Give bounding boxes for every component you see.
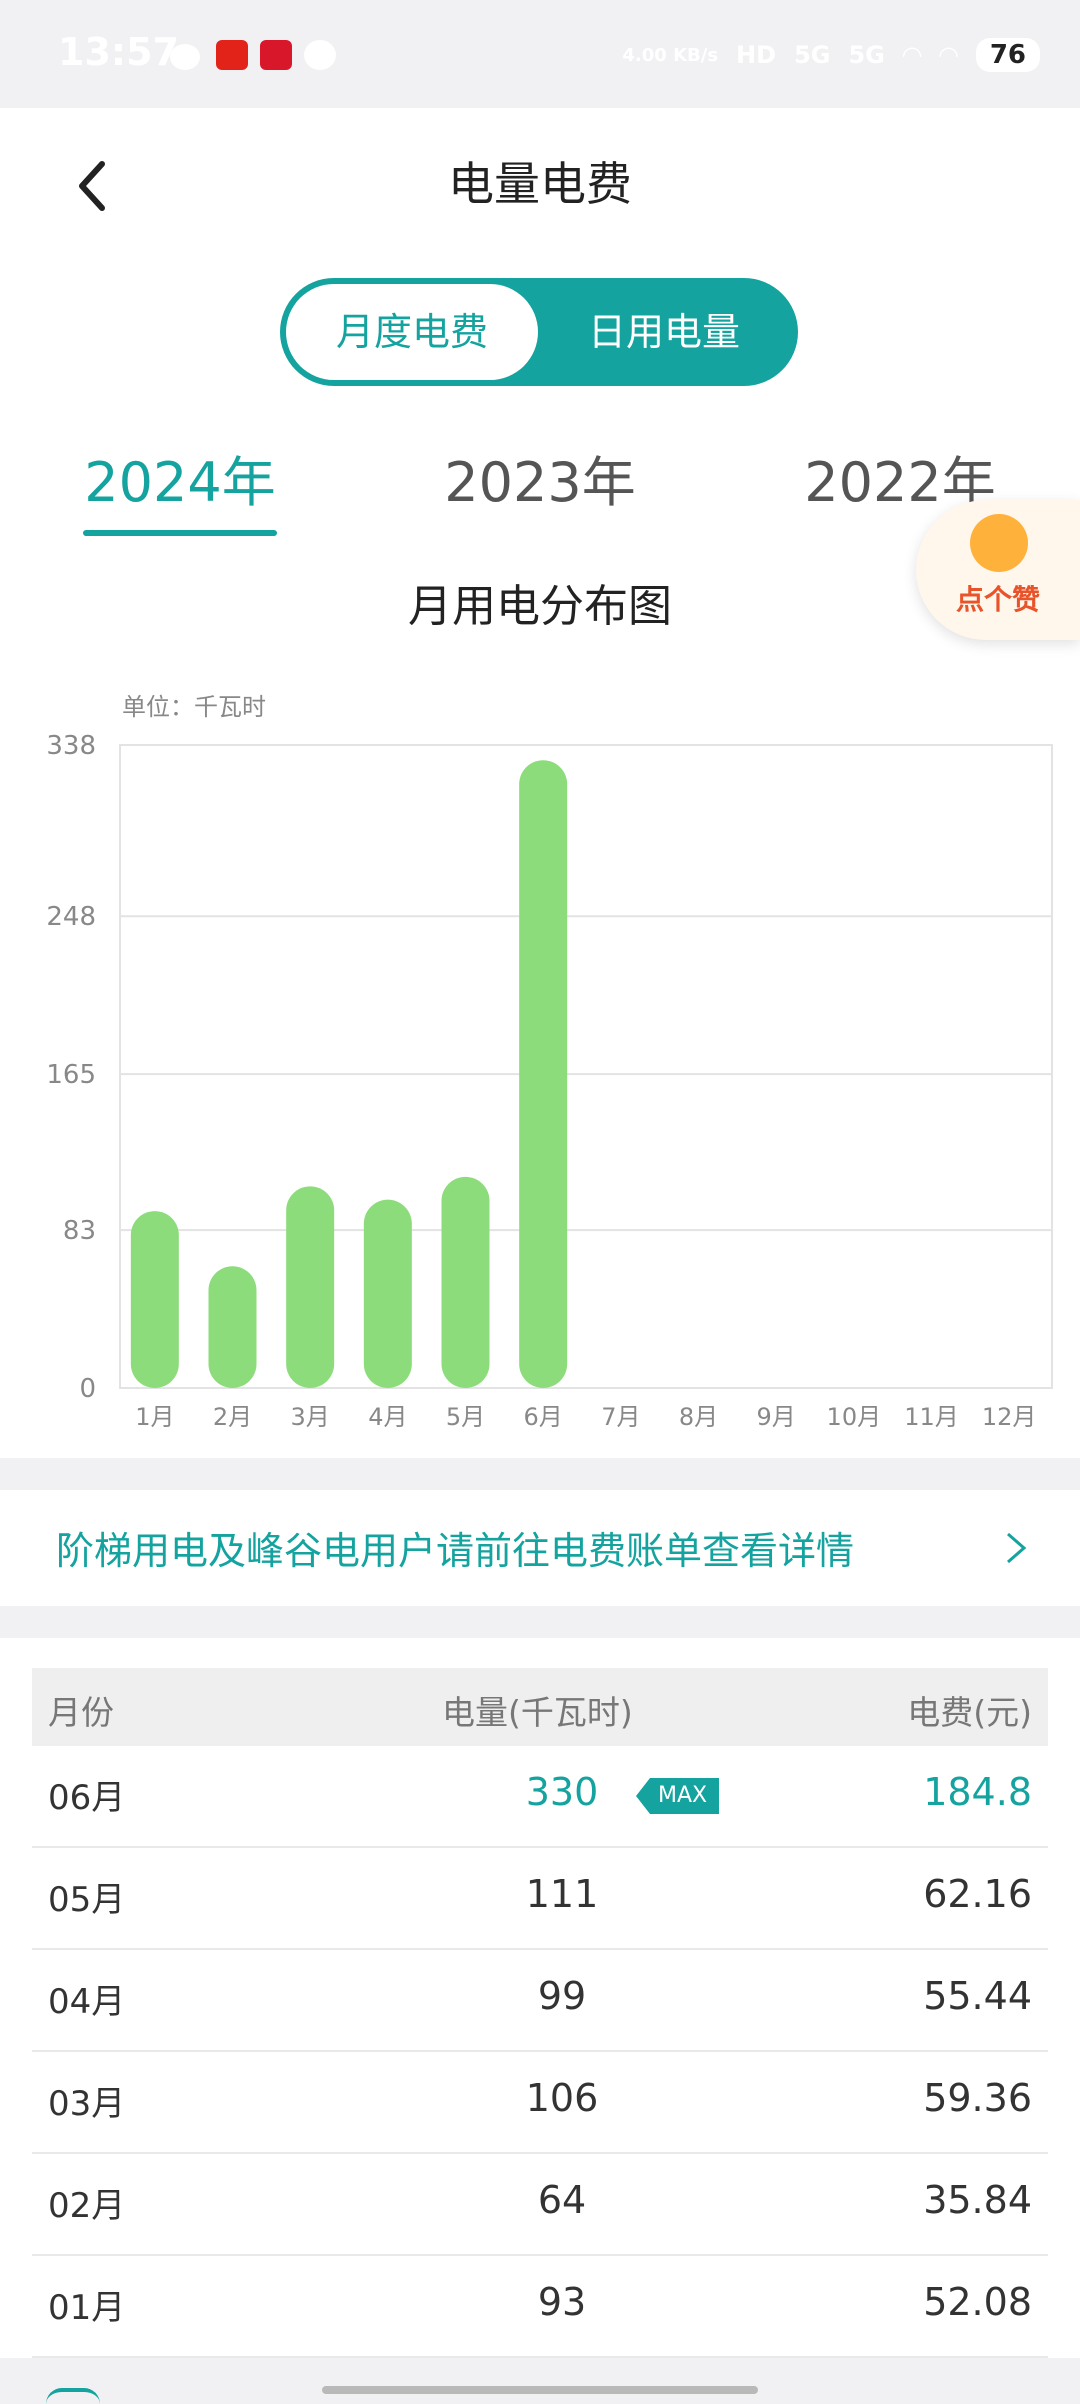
x-tick-label: 8月 xyxy=(679,1403,718,1431)
smiley-icon xyxy=(970,514,1028,572)
row-kwh: 99 xyxy=(537,1974,587,2018)
table-row: 04月 99 55.44 xyxy=(32,1950,1048,2052)
app-icon-2 xyxy=(260,40,292,70)
x-tick-label: 12月 xyxy=(982,1403,1037,1431)
year-tabs: 2024年 2023年 2022年 xyxy=(0,438,1080,538)
x-tick-label: 9月 xyxy=(757,1403,796,1431)
hd-icon: HD xyxy=(736,41,777,69)
tab-year-2024[interactable]: 2024年 xyxy=(50,438,310,517)
bar-4月[interactable] xyxy=(363,1199,412,1388)
x-tick-label: 4月 xyxy=(368,1403,407,1431)
x-tick-label: 7月 xyxy=(601,1403,640,1431)
y-tick-label: 83 xyxy=(63,1216,96,1246)
toggle-monthly-fee[interactable]: 月度电费 xyxy=(286,284,538,380)
header-kwh: 电量(千瓦时) xyxy=(442,1693,633,1732)
active-year-underline xyxy=(83,530,277,536)
row-fee: 52.08 xyxy=(923,2280,1032,2324)
row-fee: 59.36 xyxy=(923,2076,1032,2120)
banner-text: 阶梯用电及峰谷电用户请前往电费账单查看详情 xyxy=(56,1529,855,1573)
home-indicator[interactable] xyxy=(322,2386,758,2394)
row-kwh: 93 xyxy=(537,2280,587,2324)
app-icon-3 xyxy=(304,40,336,70)
table-header: 月份 电量(千瓦时) 电费(元) xyxy=(32,1668,1048,1746)
x-tick-label: 1月 xyxy=(135,1403,174,1431)
x-tick-label: 3月 xyxy=(291,1403,330,1431)
table-row: 03月 106 59.36 xyxy=(32,2052,1048,2154)
row-kwh: 64 xyxy=(537,2178,587,2222)
floating-service-icon[interactable] xyxy=(46,2388,100,2404)
bar-5月[interactable] xyxy=(441,1176,490,1388)
x-tick-label: 6月 xyxy=(524,1403,563,1431)
y-tick-label: 0 xyxy=(79,1374,96,1404)
signal-icon-1: 5G xyxy=(794,41,831,69)
view-toggle: 月度电费 日用电量 xyxy=(280,278,798,386)
battery-indicator: 76 xyxy=(975,38,1040,72)
table-row: 06月 330 MAX 184.8 xyxy=(32,1746,1048,1848)
table-row: 01月 93 52.08 xyxy=(32,2256,1048,2358)
row-month: 01月 xyxy=(48,2288,126,2328)
row-kwh: 111 xyxy=(525,1872,599,1916)
chart-title: 月用电分布图 xyxy=(408,581,672,632)
row-month: 05月 xyxy=(48,1880,126,1920)
chart-unit-label: 单位：千瓦时 xyxy=(122,693,266,721)
row-fee: 184.8 xyxy=(923,1770,1032,1814)
wifi-icon-2: ◠ xyxy=(939,41,958,69)
row-fee: 62.16 xyxy=(923,1872,1032,1916)
toggle-daily-usage[interactable]: 日用电量 xyxy=(538,284,790,380)
signal-icon-2: 5G xyxy=(848,41,885,69)
header-fee: 电费(元) xyxy=(907,1693,1032,1732)
wechat-icon xyxy=(170,44,200,70)
row-month: 04月 xyxy=(48,1982,126,2022)
table-row: 02月 64 35.84 xyxy=(32,2154,1048,2256)
bar-1月[interactable] xyxy=(130,1211,179,1388)
tab-year-2023[interactable]: 2023年 xyxy=(410,438,670,517)
row-month: 06月 xyxy=(48,1778,126,1818)
net-speed: 4.00 KB/s xyxy=(622,44,719,66)
x-tick-label: 10月 xyxy=(827,1403,882,1431)
app-icon-1 xyxy=(216,40,248,70)
table-row: 05月 111 62.16 xyxy=(32,1848,1048,1950)
wifi-icon-1: ◠ xyxy=(902,41,922,69)
row-kwh: 106 xyxy=(525,2076,599,2120)
page-title: 电量电费 xyxy=(448,157,632,211)
max-badge: MAX xyxy=(636,1778,720,1814)
y-tick-label: 338 xyxy=(46,731,96,761)
x-tick-label: 11月 xyxy=(904,1403,959,1431)
status-bar: 13:57 4.00 KB/s HD 5G 5G ◠ ◠ 76 xyxy=(0,0,1080,108)
row-fee: 55.44 xyxy=(923,1974,1032,2018)
y-tick-label: 248 xyxy=(46,902,96,932)
status-right: 4.00 KB/s HD 5G 5G ◠ ◠ 76 xyxy=(622,38,1040,72)
usage-table: 月份 电量(千瓦时) 电费(元) 06月 330 MAX 184.8 05月 1… xyxy=(0,1638,1080,2358)
bar-6月[interactable] xyxy=(519,760,568,1388)
x-tick-label: 5月 xyxy=(446,1403,485,1431)
chevron-right-icon xyxy=(1007,1532,1027,1564)
bar-3月[interactable] xyxy=(286,1186,335,1388)
bill-detail-banner[interactable]: 阶梯用电及峰谷电用户请前往电费账单查看详情 xyxy=(0,1490,1080,1606)
bar-2月[interactable] xyxy=(208,1266,257,1388)
row-fee: 35.84 xyxy=(923,2178,1032,2222)
y-tick-label: 165 xyxy=(46,1060,96,1090)
plot-border xyxy=(119,744,1053,1389)
row-month: 03月 xyxy=(48,2084,126,2124)
status-time: 13:57 xyxy=(58,30,179,74)
x-tick-label: 2月 xyxy=(213,1403,252,1431)
row-month: 02月 xyxy=(48,2186,126,2226)
header-month: 月份 xyxy=(48,1693,114,1732)
monthly-usage-chart: 单位：千瓦时 0 83 165 248 338 1月 2月 3月 4月 5月 6月 7月 8月 9月 10… xyxy=(46,693,1053,1431)
